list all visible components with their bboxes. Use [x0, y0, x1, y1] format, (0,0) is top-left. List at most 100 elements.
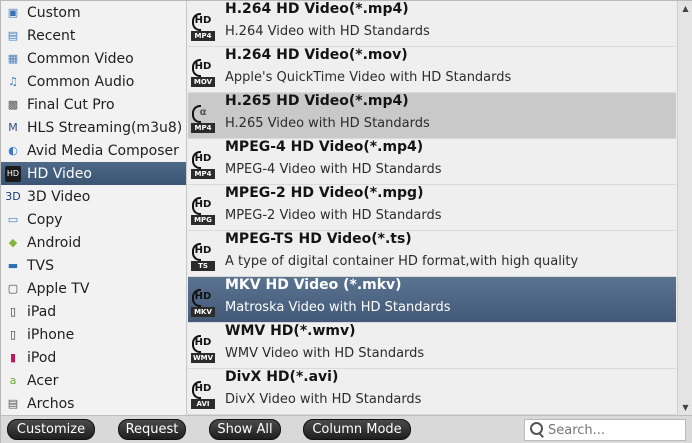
video-icon: ▦: [7, 52, 19, 65]
hd-badge: HD: [190, 379, 216, 399]
request-button[interactable]: Request: [118, 419, 186, 440]
column-mode-button[interactable]: Column Mode: [303, 419, 411, 440]
hd-format-icon: HD WMV: [190, 333, 216, 363]
category-label: iPod: [27, 349, 57, 366]
category-item[interactable]: ▩ Final Cut Pro: [1, 93, 186, 116]
category-item[interactable]: ▤ Recent: [1, 24, 186, 47]
hd-badge: HD: [190, 11, 216, 31]
category-item[interactable]: 3D 3D Video: [1, 185, 186, 208]
category-item[interactable]: ◆ Android: [1, 231, 186, 254]
category-label: Recent: [27, 27, 76, 44]
format-tag: MKV: [191, 307, 215, 317]
format-item[interactable]: HD MPG MPEG-2 HD Video(*.mpg) MPEG-2 Video …: [188, 185, 676, 231]
m3u8-icon: M: [8, 121, 18, 134]
format-tag: MP4: [191, 123, 215, 133]
hd-format-icon: HD MP4: [190, 11, 216, 41]
show-all-button[interactable]: Show All: [209, 419, 281, 440]
hd-format-icon: HD AVI: [190, 379, 216, 409]
category-item[interactable]: HD HD Video: [1, 162, 186, 185]
category-item[interactable]: ▯ iPad: [1, 300, 186, 323]
hd-badge: HD: [190, 57, 216, 77]
format-title: WMV HD(*.wmv): [225, 323, 356, 339]
search-box[interactable]: [524, 419, 686, 441]
format-tag: MOV: [191, 77, 215, 87]
ipad-icon: ▯: [9, 305, 17, 318]
category-label: iPhone: [27, 326, 75, 343]
scroll-down-arrow-icon[interactable]: ▼: [678, 400, 692, 415]
category-list[interactable]: ▣ Custom ▤ Recent ▦ Common Video ♫ Common Audio…: [1, 1, 187, 415]
category-label: TVS: [27, 257, 55, 274]
avid-icon: ◐: [8, 144, 18, 157]
category-item[interactable]: M HLS Streaming(m3u8): [1, 116, 186, 139]
scroll-up-arrow-icon[interactable]: ▲: [678, 1, 692, 16]
format-tag: MPG: [191, 215, 215, 225]
format-tag: TS: [191, 261, 215, 271]
apple-tv-icon: ▢: [7, 282, 19, 295]
recent-icon: ▤: [7, 29, 19, 42]
hd-badge: HD: [190, 149, 216, 169]
format-item[interactable]: HD MP4 H.264 HD Video(*.mp4) H.264 Video wi…: [188, 1, 676, 47]
category-item[interactable]: ▦ Common Video: [1, 47, 186, 70]
hd-icon: HD: [5, 165, 21, 182]
category-label: Avid Media Composer: [27, 142, 179, 159]
format-item[interactable]: HD WMV WMV HD(*.wmv) WMV Video with HD Stan…: [188, 323, 676, 369]
category-item[interactable]: ▤ Archos: [1, 392, 186, 415]
category-label: Android: [27, 234, 82, 251]
format-tag: MP4: [191, 31, 215, 41]
hd-badge: α: [190, 103, 216, 123]
hd-format-icon: α MP4: [190, 103, 216, 133]
format-description: Apple's QuickTime Video with HD Standard…: [225, 70, 512, 85]
format-description: WMV Video with HD Standards: [225, 346, 425, 361]
bottom-toolbar: Customize Request Show All Column Mode: [1, 415, 692, 443]
category-item[interactable]: ▢ Apple TV: [1, 277, 186, 300]
format-description: H.264 Video with HD Standards: [225, 24, 430, 39]
3d-icon: 3D: [5, 190, 21, 203]
audio-note-icon: ♫: [8, 75, 18, 88]
acer-icon: a: [9, 374, 17, 387]
format-picker-window: ▣ Custom ▤ Recent ▦ Common Video ♫ Common Audio…: [0, 0, 692, 443]
category-item[interactable]: ▬ TVS: [1, 254, 186, 277]
ipod-icon: ▮: [9, 351, 17, 364]
search-input[interactable]: [548, 422, 684, 438]
format-item[interactable]: HD AVI DivX HD(*.avi) DivX Video with HD St…: [188, 369, 676, 415]
format-description: A type of digital container HD format,wi…: [225, 254, 579, 269]
customize-button[interactable]: Customize: [7, 419, 95, 440]
tv-icon: ▬: [7, 259, 19, 272]
format-title: H.265 HD Video(*.mp4): [225, 93, 409, 109]
format-title: H.264 HD Video(*.mp4): [225, 1, 409, 17]
format-list-scrollbar[interactable]: ▲ ▼: [677, 1, 692, 415]
category-item[interactable]: ▮ iPod: [1, 346, 186, 369]
format-description: Matroska Video with HD Standards: [225, 300, 451, 315]
format-list[interactable]: HD MP4 H.264 HD Video(*.mp4) H.264 Video wi…: [188, 1, 676, 415]
format-item[interactable]: α MP4 H.265 HD Video(*.mp4) H.265 Video wit…: [188, 93, 676, 139]
format-title: MPEG-4 HD Video(*.mp4): [225, 139, 424, 155]
category-item[interactable]: ▯ iPhone: [1, 323, 186, 346]
hd-format-icon: HD MPG: [190, 195, 216, 225]
format-item[interactable]: HD MKV MKV HD Video (*.mkv) Matroska Video …: [188, 277, 676, 323]
format-title: DivX HD(*.avi): [225, 369, 339, 385]
category-label: Apple TV: [27, 280, 90, 297]
search-icon: [528, 421, 546, 439]
format-title: MPEG-TS HD Video(*.ts): [225, 231, 412, 247]
format-item[interactable]: HD MP4 MPEG-4 HD Video(*.mp4) MPEG-4 Video …: [188, 139, 676, 185]
hd-format-icon: HD MP4: [190, 149, 216, 179]
category-label: Common Audio: [27, 73, 135, 90]
hd-badge: HD: [190, 287, 216, 307]
format-item[interactable]: HD MOV H.264 HD Video(*.mov) Apple's QuickT…: [188, 47, 676, 93]
category-item[interactable]: ▭ Copy: [1, 208, 186, 231]
category-item[interactable]: ▣ Custom: [1, 1, 186, 24]
copy-icon: ▭: [7, 213, 19, 226]
hd-format-icon: HD MOV: [190, 57, 216, 87]
hd-badge: HD: [190, 195, 216, 215]
format-tag: WMV: [191, 353, 215, 363]
format-item[interactable]: HD TS MPEG-TS HD Video(*.ts) A type of digi…: [188, 231, 676, 277]
format-title: H.264 HD Video(*.mov): [225, 47, 408, 63]
category-item[interactable]: a Acer: [1, 369, 186, 392]
category-label: Acer: [27, 372, 59, 389]
format-title: MPEG-2 HD Video(*.mpg): [225, 185, 424, 201]
hd-badge: HD: [190, 333, 216, 353]
category-item[interactable]: ◐ Avid Media Composer: [1, 139, 186, 162]
category-item[interactable]: ♫ Common Audio: [1, 70, 186, 93]
category-label: 3D Video: [27, 188, 91, 205]
category-label: HD Video: [27, 165, 92, 182]
